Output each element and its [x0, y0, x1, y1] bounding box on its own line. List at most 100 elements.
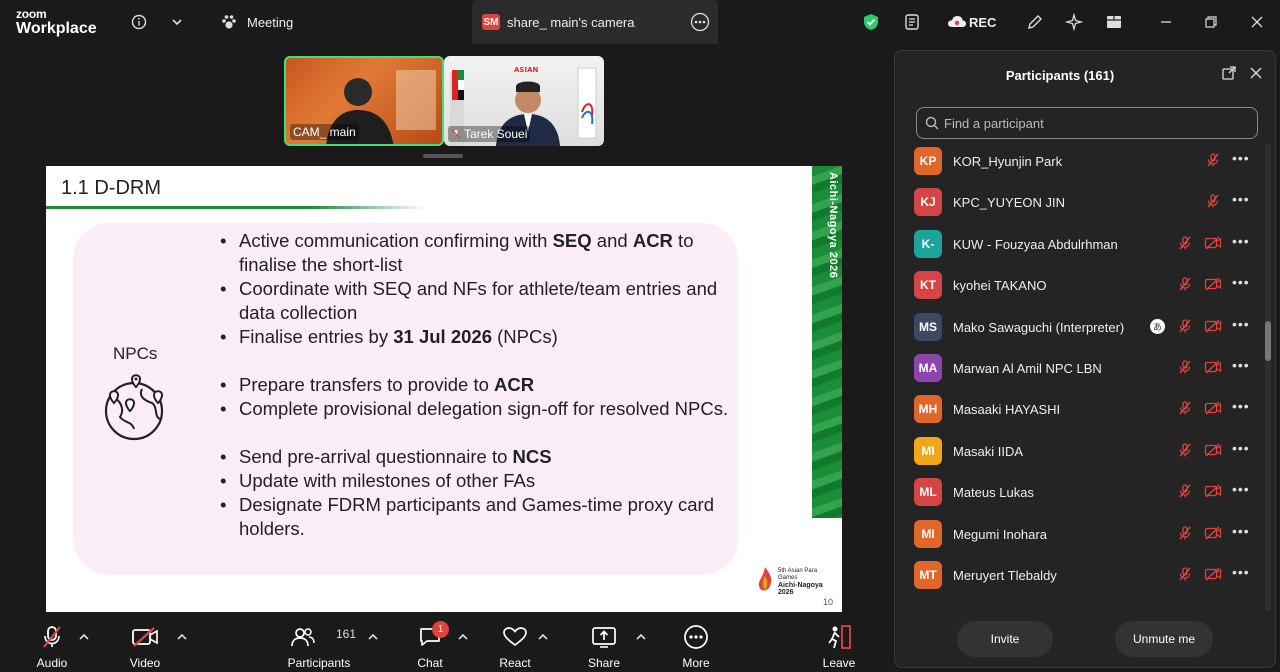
leave-door-icon	[828, 625, 851, 649]
mic-muted-icon	[1177, 566, 1193, 582]
mic-muted-icon	[1205, 152, 1221, 168]
participants-button[interactable]: Participants	[286, 614, 352, 672]
react-button[interactable]: React	[498, 614, 532, 672]
leave-button[interactable]: Leave	[822, 614, 856, 672]
share-options-caret-icon[interactable]	[635, 630, 647, 642]
mic-muted-icon	[1177, 525, 1193, 541]
participant-row[interactable]: KT kyohei TAKANO •••	[895, 269, 1267, 310]
audio-options-caret-icon[interactable]	[78, 630, 90, 642]
participant-more-icon[interactable]: •••	[1232, 233, 1250, 249]
mic-muted-icon	[1177, 318, 1193, 334]
participants-options-caret-icon[interactable]	[367, 630, 379, 642]
layout-view-icon[interactable]	[1103, 11, 1125, 33]
video-tile-cam-main[interactable]: CAM_ main	[284, 56, 444, 146]
participant-more-icon[interactable]: •••	[1232, 564, 1250, 580]
more-options-icon[interactable]	[690, 12, 710, 32]
bullet-text: Prepare transfers to provide to	[239, 374, 495, 395]
video-off-icon	[1204, 235, 1222, 251]
participant-more-icon[interactable]: •••	[1232, 398, 1250, 414]
participant-more-icon[interactable]: •••	[1232, 523, 1250, 539]
bullet-item: Finalise entries by 31 Jul 2026 (NPCs)	[218, 325, 738, 349]
globe-pins-icon	[104, 374, 164, 441]
participant-more-icon[interactable]: •••	[1232, 274, 1250, 290]
participant-row[interactable]: MT Meruyert Tlebaldy •••	[895, 559, 1267, 600]
avatar: KJ	[914, 188, 942, 217]
chat-options-caret-icon[interactable]	[457, 630, 469, 642]
close-panel-icon[interactable]	[1248, 65, 1266, 83]
more-button[interactable]: More	[679, 614, 713, 672]
video-strip-drag-handle[interactable]	[423, 154, 463, 158]
avatar: MI	[914, 436, 942, 465]
participant-row[interactable]: MI Masaki IIDA •••	[895, 435, 1267, 476]
react-label: React	[499, 656, 531, 670]
restore-icon[interactable]	[1200, 11, 1222, 33]
video-off-icon	[132, 627, 158, 647]
invite-button[interactable]: Invite	[957, 621, 1053, 657]
annotate-pen-icon[interactable]	[1024, 11, 1046, 33]
participant-search[interactable]	[916, 107, 1258, 139]
participant-row[interactable]: MS Mako Sawaguchi (Interpreter) あ •••	[895, 311, 1267, 352]
participant-row[interactable]: KJ KPC_YUYEON JIN •••	[895, 186, 1267, 227]
green-pattern-strip: Aichi-Nagoya 2026	[812, 166, 842, 518]
close-window-icon[interactable]	[1246, 11, 1268, 33]
notes-icon[interactable]	[901, 11, 923, 33]
avatar: MI	[914, 519, 942, 548]
video-off-icon	[1204, 566, 1222, 582]
bullet-text: Finalise entries by	[239, 326, 394, 347]
slide-title: 1.1 D-DRM	[61, 177, 162, 199]
participant-more-icon[interactable]: •••	[1232, 150, 1250, 166]
meeting-stage: CAM_ main ASIAN Tarek Souei 1.1 D-DRM NP	[0, 46, 888, 614]
video-off-icon	[1204, 359, 1222, 375]
search-input[interactable]	[944, 115, 1244, 131]
video-name-label: CAM_ main	[290, 124, 359, 140]
participant-row[interactable]: MH Masaaki HAYASHI •••	[895, 393, 1267, 434]
chevron-down-icon[interactable]	[166, 11, 188, 33]
bullet-list: Active communication confirming with SEQ…	[218, 229, 738, 541]
participant-name: Mateus Lukas	[953, 485, 1034, 501]
participant-list: KP KOR_Hyunjin Park ••• KJ KPC_YUYEON JIN •••…	[895, 143, 1267, 611]
bullet-text: and	[591, 230, 633, 251]
participant-more-icon[interactable]: •••	[1232, 357, 1250, 373]
games-logo-line: 5th Asian Para Games	[778, 568, 818, 581]
avatar: MS	[914, 312, 942, 341]
share-button[interactable]: Share	[586, 614, 622, 672]
share-tab[interactable]: SM share_ main's camera	[472, 0, 718, 44]
video-button[interactable]: Video	[126, 614, 164, 672]
ai-sparkle-icon[interactable]	[1063, 11, 1085, 33]
participant-row[interactable]: KP KOR_Hyunjin Park •••	[895, 145, 1267, 186]
info-icon[interactable]	[128, 11, 150, 33]
unmute-me-button[interactable]: Unmute me	[1115, 621, 1213, 657]
participant-row[interactable]: MA Marwan Al Amil NPC LBN •••	[895, 352, 1267, 393]
participant-row[interactable]: K- KUW - Fouzyaa Abdulrhman •••	[895, 228, 1267, 269]
avatar: MT	[914, 561, 942, 589]
video-tile-tarek[interactable]: ASIAN Tarek Souei	[444, 56, 604, 146]
avatar: K-	[914, 229, 942, 258]
participant-more-icon[interactable]: •••	[1232, 481, 1250, 497]
react-options-caret-icon[interactable]	[537, 630, 549, 642]
participant-list-scrollbar[interactable]	[1265, 143, 1271, 611]
participant-more-icon[interactable]: •••	[1232, 191, 1250, 207]
minimize-icon[interactable]	[1155, 11, 1177, 33]
video-name-label: Tarek Souei	[448, 126, 531, 142]
shield-check-icon[interactable]	[860, 11, 882, 33]
pop-out-icon[interactable]	[1221, 65, 1239, 83]
slide-page-number: 10	[823, 597, 834, 607]
mic-muted-icon	[1205, 193, 1221, 209]
meeting-tab[interactable]: Meeting	[247, 15, 293, 30]
participant-name: Marwan Al Amil NPC LBN	[953, 361, 1102, 376]
bullet-item: Coordinate with SEQ and NFs for athlete/…	[218, 277, 738, 325]
participant-more-icon[interactable]: •••	[1232, 316, 1250, 332]
audio-label: Audio	[36, 656, 68, 670]
participant-more-icon[interactable]: •••	[1232, 440, 1250, 456]
participant-row[interactable]: MI Megumi Inohara •••	[895, 518, 1267, 559]
participant-name: KOR_Hyunjin Park	[953, 154, 1063, 169]
rec-label[interactable]: REC	[969, 15, 996, 30]
audio-button[interactable]: Audio	[34, 614, 70, 672]
games-logo-line: Aichi-Nagoya	[778, 582, 823, 589]
video-options-caret-icon[interactable]	[176, 630, 188, 642]
cloud-record-icon[interactable]	[946, 11, 968, 33]
scrollbar-thumb[interactable]	[1265, 321, 1271, 361]
participant-name: Mako Sawaguchi (Interpreter)	[953, 319, 1125, 335]
avatar: MA	[914, 354, 942, 382]
participant-row[interactable]: ML Mateus Lukas •••	[895, 476, 1267, 517]
